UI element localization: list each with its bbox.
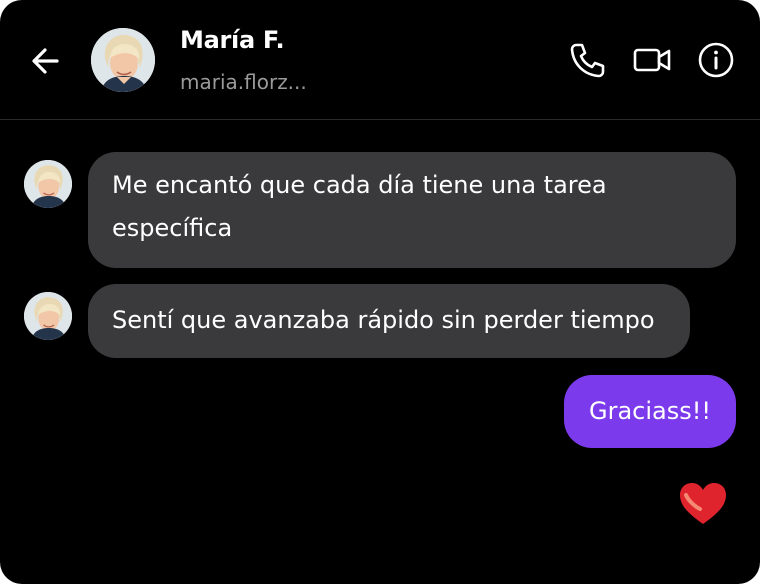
back-arrow-icon[interactable] [27, 42, 65, 80]
message-bubble-outgoing[interactable]: Graciass!! [564, 375, 736, 448]
contact-avatar[interactable] [91, 28, 155, 92]
sender-avatar[interactable] [24, 292, 72, 340]
contact-handle: maria.florz... [180, 70, 307, 94]
chat-window: María F. maria.florz... Me encantó que c… [0, 0, 760, 584]
phone-icon[interactable] [567, 40, 607, 80]
video-camera-icon[interactable] [632, 40, 672, 80]
heart-icon[interactable] [676, 478, 730, 528]
message-bubble-incoming[interactable]: Me encantó que cada día tiene una tarea … [88, 152, 736, 268]
sender-avatar[interactable] [24, 160, 72, 208]
contact-name[interactable]: María F. [180, 26, 285, 54]
chat-header: María F. maria.florz... [0, 0, 760, 120]
message-bubble-incoming[interactable]: Sentí que avanzaba rápido sin perder tie… [88, 284, 690, 358]
info-icon[interactable] [696, 40, 736, 80]
